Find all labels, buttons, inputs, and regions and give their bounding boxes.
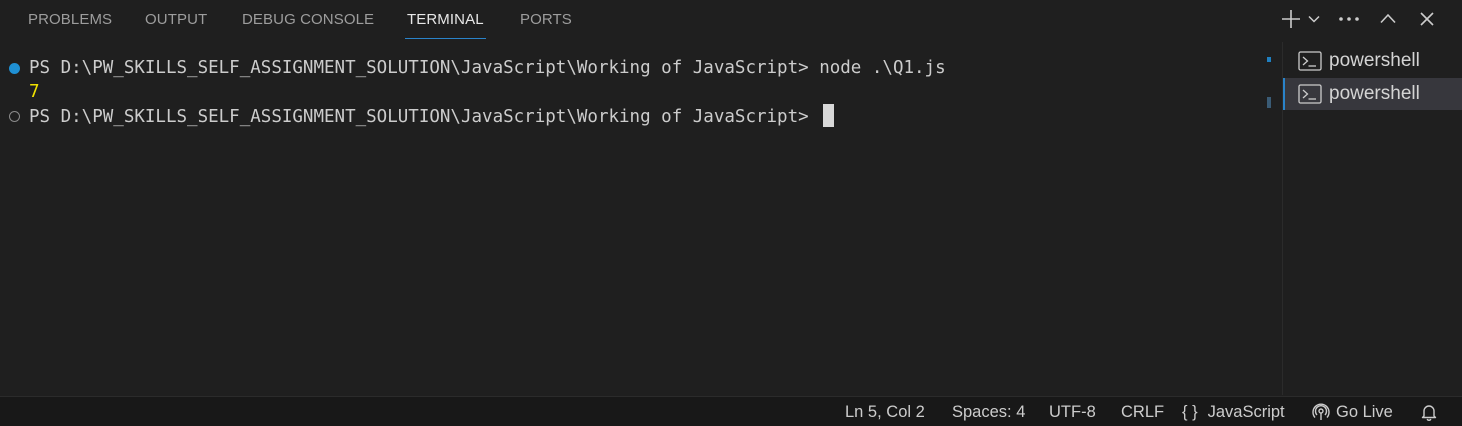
terminal-tabs-list: powershell powershell bbox=[1282, 42, 1462, 395]
terminal-output-line: 7 bbox=[29, 82, 40, 102]
status-language-mode[interactable]: { } JavaScript bbox=[1182, 397, 1285, 426]
terminal-tab-powershell-1[interactable]: powershell bbox=[1283, 45, 1462, 77]
overview-ruler-mark bbox=[1267, 57, 1271, 62]
status-bar: Ln 5, Col 2 Spaces: 4 UTF-8 CRLF { } Jav… bbox=[0, 396, 1462, 426]
close-panel-button[interactable] bbox=[1412, 4, 1442, 34]
terminal-prompt-text: PS D:\PW_SKILLS_SELF_ASSIGNMENT_SOLUTION… bbox=[29, 107, 820, 127]
terminal-line: PS D:\PW_SKILLS_SELF_ASSIGNMENT_SOLUTION… bbox=[29, 58, 946, 78]
go-live-label: Go Live bbox=[1336, 403, 1393, 421]
bell-icon bbox=[1421, 405, 1437, 421]
ellipsis-icon bbox=[1339, 17, 1359, 21]
terminal-prompt-line: PS D:\PW_SKILLS_SELF_ASSIGNMENT_SOLUTION… bbox=[29, 104, 835, 128]
status-cursor-position[interactable]: Ln 5, Col 2 bbox=[845, 397, 925, 426]
command-success-decoration[interactable] bbox=[9, 63, 20, 74]
tab-debug-console[interactable]: DEBUG CONSOLE bbox=[242, 0, 374, 40]
terminal-icon bbox=[1298, 51, 1322, 71]
vscode-panel: PROBLEMS OUTPUT DEBUG CONSOLE TERMINAL P… bbox=[0, 0, 1462, 426]
broadcast-icon bbox=[1312, 403, 1330, 420]
more-actions-button[interactable] bbox=[1334, 4, 1364, 34]
notifications-button[interactable] bbox=[1420, 397, 1444, 426]
terminal-tab-powershell-2[interactable]: powershell bbox=[1283, 78, 1462, 110]
terminal-tab-label: powershell bbox=[1329, 83, 1420, 104]
terminal-viewport[interactable]: PS D:\PW_SKILLS_SELF_ASSIGNMENT_SOLUTION… bbox=[0, 44, 1270, 394]
tab-ports[interactable]: PORTS bbox=[520, 0, 572, 40]
braces-icon: { } bbox=[1182, 403, 1198, 421]
go-live-button[interactable]: Go Live bbox=[1312, 397, 1393, 426]
scrollbar-thumb[interactable] bbox=[1267, 97, 1271, 108]
tab-terminal[interactable]: TERMINAL bbox=[405, 0, 486, 40]
command-pending-decoration[interactable] bbox=[9, 111, 20, 122]
terminal-tab-label: powershell bbox=[1329, 50, 1420, 71]
maximize-panel-button[interactable] bbox=[1373, 4, 1403, 34]
chevron-up-icon bbox=[1380, 13, 1396, 24]
status-encoding[interactable]: UTF-8 bbox=[1049, 397, 1096, 426]
status-indentation[interactable]: Spaces: 4 bbox=[952, 397, 1025, 426]
tab-problems[interactable]: PROBLEMS bbox=[28, 0, 112, 40]
terminal-cursor bbox=[823, 104, 835, 127]
launch-profile-button[interactable] bbox=[1302, 4, 1326, 34]
status-line-ending[interactable]: CRLF bbox=[1121, 397, 1164, 426]
chevron-down-icon bbox=[1308, 15, 1320, 23]
panel-tab-bar: PROBLEMS OUTPUT DEBUG CONSOLE TERMINAL P… bbox=[0, 0, 1462, 40]
terminal-icon bbox=[1298, 84, 1322, 104]
tab-output[interactable]: OUTPUT bbox=[145, 0, 207, 40]
status-language-label: JavaScript bbox=[1207, 403, 1285, 421]
close-icon bbox=[1420, 12, 1434, 26]
plus-icon bbox=[1282, 10, 1300, 28]
